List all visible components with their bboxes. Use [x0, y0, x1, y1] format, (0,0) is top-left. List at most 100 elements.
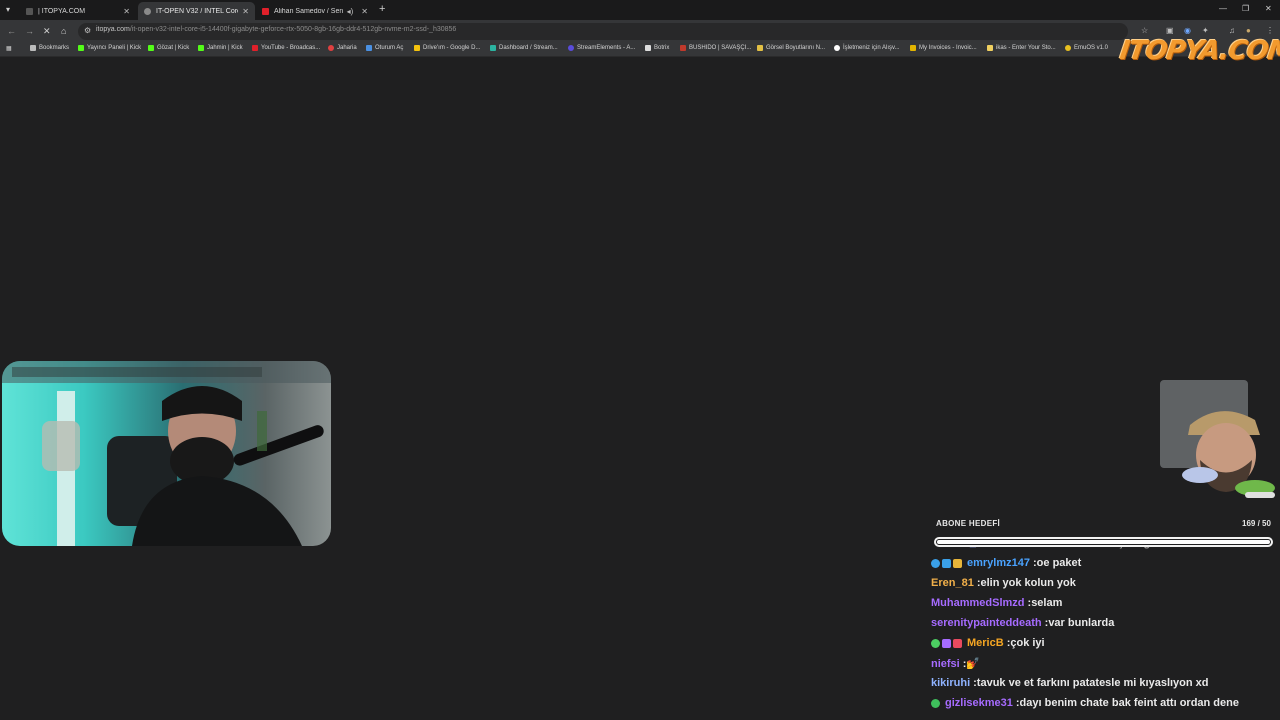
tab-itopya[interactable]: | ITOPYA.COM ✕: [20, 2, 136, 20]
tab-title: IT-OPEN V32 / INTEL Core i5 1...: [156, 7, 238, 15]
image-resize-icon: [757, 45, 763, 51]
chat-username[interactable]: APOTO_ESSEGITEESKER: [931, 546, 1069, 549]
guest-avatar-image: [1160, 380, 1275, 498]
forward-button[interactable]: →: [25, 26, 34, 36]
bookmark-item[interactable]: ikas - Enter Your Sto...: [987, 45, 1056, 51]
itopya-logo: ITOPYA.COM: [1117, 36, 1280, 66]
webcam-scene: [2, 361, 331, 546]
google-icon: [834, 45, 840, 51]
bookmark-item[interactable]: Drive'ım - Google D...: [414, 45, 481, 51]
bookmark-item[interactable]: Jaharia: [328, 45, 357, 51]
media-control-icon[interactable]: ♫: [1229, 26, 1235, 35]
audio-icon[interactable]: ◂): [347, 7, 354, 16]
google-drive-icon: [414, 45, 420, 51]
tab-product[interactable]: IT-OPEN V32 / INTEL Core i5 1... ✕: [138, 2, 255, 20]
bookmark-item[interactable]: Botrix: [645, 45, 669, 51]
url-path: /it-open-v32-intel-core-i5-14400f-gigaby…: [129, 26, 457, 33]
bookmark-label: Yayıncı Paneli | Kick: [87, 45, 142, 51]
back-button[interactable]: ←: [7, 26, 16, 36]
extension-puzzle-icon[interactable]: ✦: [1202, 26, 1209, 35]
bookmark-label: My Invoices - Invoic...: [919, 45, 977, 51]
chat-badge-icon: [942, 638, 951, 648]
profile-avatar-icon[interactable]: ●: [1246, 26, 1251, 35]
chat-username[interactable]: niefsi: [931, 658, 960, 670]
url-text[interactable]: itopya.com/it-open-v32-intel-core-i5-144…: [96, 26, 456, 33]
chat-badge-icon: [931, 558, 940, 568]
chat-message: emrylmz147: oe paket: [931, 557, 1081, 569]
bookmark-label: Dashboard / Stream...: [499, 45, 558, 51]
itopya-favicon-icon: [26, 7, 33, 15]
chat-badge-icon: [931, 698, 940, 708]
bookmark-star-icon[interactable]: ☆: [1141, 26, 1148, 35]
chat-message: Eren_81: elin yok kolun yok: [931, 577, 1076, 589]
tab-title: | ITOPYA.COM: [38, 7, 86, 15]
bookmark-item[interactable]: BUSHIDO | SAVAŞÇI...: [680, 45, 751, 51]
bookmark-folder[interactable]: Bookmarks: [30, 45, 69, 51]
bookmark-label: ikas - Enter Your Sto...: [996, 45, 1056, 51]
chat-message: MericB: çok iyi: [931, 637, 1045, 649]
kick-icon: [198, 45, 204, 51]
new-tab-button[interactable]: +: [379, 3, 385, 15]
bookmark-item[interactable]: Yayıncı Paneli | Kick: [78, 45, 141, 51]
bookmark-label: BUSHIDO | SAVAŞÇI...: [689, 45, 752, 51]
site-info-icon[interactable]: ⚙: [84, 26, 91, 35]
tab-youtube[interactable]: Alihan Samedov / Sen geliy... ◂) ✕: [256, 2, 374, 20]
chat-text: selam: [1031, 597, 1063, 609]
apps-grid-icon[interactable]: ▦: [6, 45, 12, 52]
close-tab-icon[interactable]: ✕: [123, 7, 130, 16]
globe-favicon-icon: [144, 7, 151, 15]
bookmark-label: İşletmeniz için Alışv...: [843, 45, 900, 51]
chat-text: 💅: [966, 658, 981, 670]
close-tab-icon[interactable]: ✕: [361, 7, 368, 16]
chat-badge-icon: [931, 638, 940, 648]
chat-text: var bunlarda: [1048, 617, 1115, 629]
bookmark-label: StreamElements - A...: [577, 45, 636, 51]
chat-username[interactable]: kikiruhi: [931, 677, 970, 689]
chat-badge-icon: [942, 558, 951, 568]
chat-message: kikiruhi: tavuk ve et farkını patatesle …: [931, 677, 1209, 689]
extension-icon[interactable]: ▣: [1166, 26, 1174, 35]
youtube-favicon-icon: [262, 7, 269, 15]
star-icon: [30, 45, 36, 51]
chat-message: gizlisekme31: dayı benim chate bak feint…: [931, 697, 1239, 709]
chat-username[interactable]: gizlisekme31: [945, 697, 1013, 709]
close-window-button[interactable]: ✕: [1265, 4, 1272, 13]
minimize-button[interactable]: —: [1219, 4, 1227, 13]
bookmark-item[interactable]: StreamElements - A...: [568, 45, 635, 51]
bookmark-item[interactable]: Dashboard / Stream...: [490, 45, 558, 51]
microsoft-icon: [366, 45, 372, 51]
chat-text: dayı benim chate bak feint attı ordan de…: [1019, 697, 1239, 709]
chat-text: Orosbu çocuğu discord: [1076, 546, 1200, 549]
tab-search-icon[interactable]: ▾: [6, 5, 10, 14]
chat-message: MuhammedSlmzd: selam: [931, 597, 1062, 609]
youtube-icon: [252, 45, 258, 51]
sub-goal-progress-fill: [937, 540, 1270, 544]
sub-goal-count: 169 / 50: [1242, 519, 1271, 528]
menu-kebab-icon[interactable]: ⋮: [1266, 26, 1274, 35]
chat-username[interactable]: serenitypainteddeath: [931, 617, 1042, 629]
bookmark-item[interactable]: Jahmin | Kick: [198, 45, 243, 51]
bookmark-item[interactable]: Görsel Boyutlarını N...: [757, 45, 825, 51]
bookmark-item[interactable]: EmuOS v1.0: [1065, 45, 1108, 51]
kick-icon: [148, 45, 154, 51]
bookmark-label: Bookmarks: [39, 45, 70, 51]
stop-loading-button[interactable]: ✕: [43, 26, 51, 37]
chat-badge-icon: [953, 638, 962, 648]
jaharia-icon: [328, 45, 334, 51]
cast-icon[interactable]: ◉: [1184, 26, 1191, 35]
bookmark-item[interactable]: Oturum Aç: [366, 45, 403, 51]
kick-icon: [78, 45, 84, 51]
chat-username[interactable]: MericB: [967, 637, 1004, 649]
bookmark-item[interactable]: YouTube - Broadcas...: [252, 45, 320, 51]
home-button[interactable]: ⌂: [61, 26, 66, 36]
chat-username[interactable]: emrylmz147: [967, 557, 1030, 569]
chat-username[interactable]: MuhammedSlmzd: [931, 597, 1025, 609]
bookmark-label: Görsel Boyutlarını N...: [766, 45, 826, 51]
chat-username[interactable]: Eren_81: [931, 577, 974, 589]
bookmark-item[interactable]: My Invoices - Invoic...: [910, 45, 977, 51]
close-tab-icon[interactable]: ✕: [242, 7, 249, 16]
sub-goal-label: ABONE HEDEFİ: [936, 519, 1001, 528]
bookmark-item[interactable]: İşletmeniz için Alışv...: [834, 45, 900, 51]
restore-button[interactable]: ❐: [1242, 4, 1249, 13]
bookmark-item[interactable]: Gözat | Kick: [148, 45, 189, 51]
